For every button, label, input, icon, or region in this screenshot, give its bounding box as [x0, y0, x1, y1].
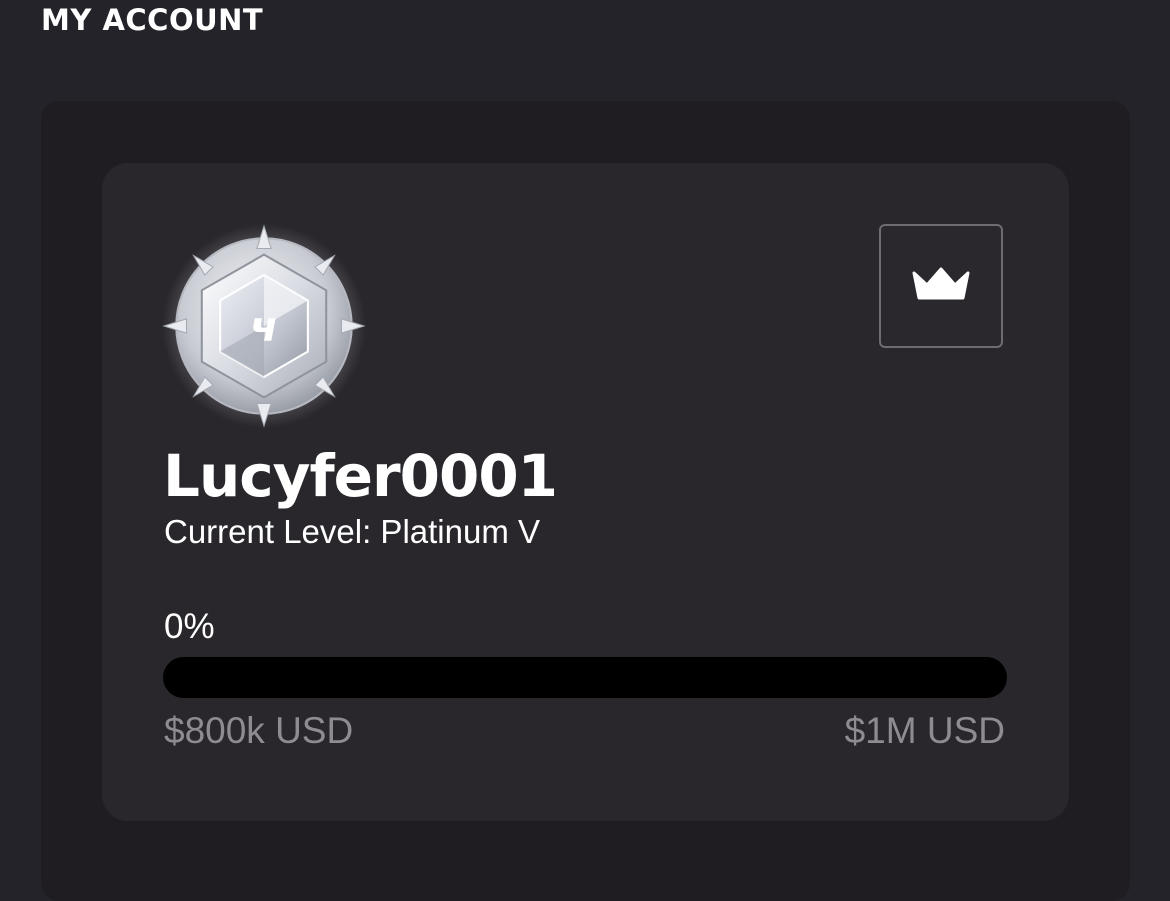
crown-icon: [912, 267, 970, 300]
progress-range-max: $1M USD: [844, 710, 1005, 751]
page-title: MY ACCOUNT: [41, 3, 264, 37]
current-level: Current Level: Platinum V: [164, 513, 541, 550]
level-progress-bar: [163, 657, 1007, 698]
username: Lucyfer0001: [163, 442, 558, 510]
platinum-rank-badge-icon: ч: [162, 224, 366, 428]
progress-range-min: $800k USD: [164, 710, 354, 751]
badge-glyph: ч: [250, 302, 278, 350]
vip-crown-button[interactable]: [879, 224, 1003, 348]
progress-percent: 0%: [164, 607, 215, 646]
